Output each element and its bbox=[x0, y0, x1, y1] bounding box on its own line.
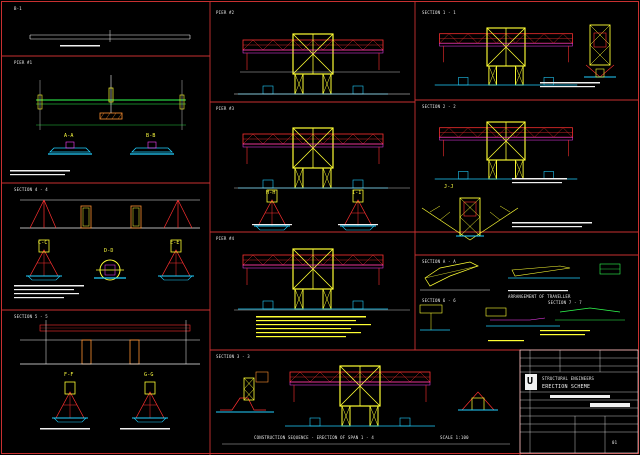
mark-f: F-F bbox=[64, 372, 74, 378]
mark-j: J-J bbox=[444, 184, 454, 190]
title-block bbox=[519, 349, 639, 454]
view-label-section-1-1: SECTION 1 - 1 bbox=[422, 10, 456, 15]
panel-pier-4 bbox=[234, 248, 410, 338]
mark-c: C-C bbox=[38, 240, 48, 246]
view-label-section-a-a: SECTION A - A bbox=[422, 259, 456, 264]
view-label-pier-4: PIER #4 bbox=[216, 236, 235, 241]
bottom-note: CONSTRUCTION SEQUENCE - ERECTION OF SPAN… bbox=[254, 435, 374, 440]
mark-g: G-G bbox=[144, 372, 154, 378]
mark-a: A-A bbox=[64, 133, 74, 139]
title-block-logo: U bbox=[527, 376, 534, 387]
view-label-section-2-2: SECTION 2 - 2 bbox=[422, 104, 456, 109]
mark-e: E-E bbox=[170, 240, 180, 246]
mark-d: D-D bbox=[104, 248, 114, 254]
view-label-pier-3: PIER #3 bbox=[216, 106, 235, 111]
panel-section-2-2 bbox=[421, 121, 592, 241]
mark-h: H-H bbox=[266, 190, 276, 196]
view-label-b1: B-1 bbox=[14, 6, 22, 11]
title-block-drawing-title: ERECTION SCHEME bbox=[542, 384, 591, 390]
panel-section-3-3 bbox=[216, 365, 510, 445]
panel-pier-3 bbox=[234, 127, 410, 231]
title-block-sheet-no: 01 bbox=[612, 440, 618, 445]
view-label-pier-1: PIER #1 bbox=[14, 60, 33, 65]
panel-pier-2 bbox=[234, 33, 410, 95]
mark-i: I-I bbox=[352, 190, 362, 196]
detail-caption: ARRANGEMENT OF TRAVELLER bbox=[508, 294, 571, 299]
title-block-company: STRUCTURAL ENGINEERS bbox=[542, 376, 595, 381]
view-label-section-4-4: SECTION 4 - 4 bbox=[14, 187, 48, 192]
panel-pier-1 bbox=[10, 75, 186, 176]
panel-section-1-1 bbox=[434, 24, 616, 88]
bottom-note-scale: SCALE 1:100 bbox=[440, 435, 469, 440]
panel-section-5-5 bbox=[20, 320, 200, 430]
panel-b1 bbox=[29, 30, 191, 47]
view-label-section-6-6: SECTION 6 - 6 bbox=[422, 298, 456, 303]
view-label-section-5-5: SECTION 5 - 5 bbox=[14, 314, 48, 319]
view-label-section-3-3: SECTION 3 - 3 bbox=[216, 354, 250, 359]
view-label-section-7-7: SECTION 7 - 7 bbox=[548, 300, 582, 305]
view-label-pier-2: PIER #2 bbox=[216, 10, 235, 15]
mark-b: B-B bbox=[146, 133, 156, 139]
